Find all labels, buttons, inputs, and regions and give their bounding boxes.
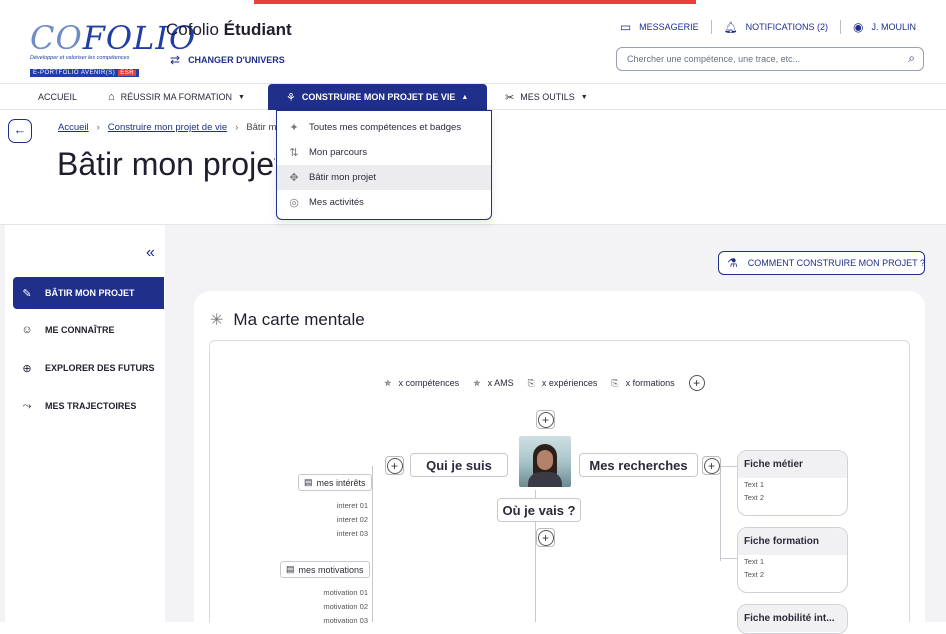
chevron-down-icon: ▼	[238, 93, 245, 101]
breadcrumb-home[interactable]: Accueil	[58, 122, 89, 133]
main-nav: ACCUEIL ⌂ RÉUSSIR MA FORMATION ▼ ⚘ CONST…	[0, 84, 946, 110]
activity-icon: ◎	[289, 197, 299, 209]
sparkle-icon: ✦	[289, 122, 299, 134]
header: COFOLIO Développer et valoriser les comp…	[0, 0, 946, 84]
sidebar-item-trajectoires[interactable]: ⤳ MES TRAJECTOIRES	[13, 390, 164, 422]
breadcrumb-section[interactable]: Construire mon projet de vie	[108, 122, 227, 133]
tag-interets[interactable]: ▤ mes intérêts	[298, 474, 372, 491]
add-legend-button[interactable]: +	[688, 375, 705, 391]
swap-arrows-icon: ⇄	[170, 53, 181, 67]
user-menu[interactable]: ◉ J. MOULIN	[841, 20, 916, 34]
nav-reussir[interactable]: ⌂ RÉUSSIR MA FORMATION ▼	[108, 84, 245, 110]
badge-icon: ✯	[473, 377, 481, 388]
flask-icon: ⚗	[727, 256, 738, 270]
construire-dropdown: ✦ Toutes mes compétences et badges ⇅ Mon p…	[276, 110, 492, 220]
leaf-motivation: motivation 03	[323, 616, 368, 625]
node-qui-je-suis[interactable]: Qui je suis	[410, 453, 508, 477]
route-icon: ⇅	[289, 147, 299, 159]
nav-construire[interactable]: ⚘ CONSTRUIRE MON PROJET DE VIE ▲	[268, 84, 487, 110]
sidebar-item-batir[interactable]: ✎ BÂTIR MON PROJET	[13, 277, 164, 309]
dropdown-item-activites[interactable]: ◎ Mes activités	[277, 190, 491, 215]
chevron-down-icon: ▼	[580, 93, 588, 101]
node-ou-je-vais[interactable]: Où je vais ?	[497, 498, 581, 522]
add-top-node-button[interactable]: +	[536, 410, 555, 429]
trajectory-icon: ⤳	[22, 399, 32, 412]
add-bottom-node-button[interactable]: +	[536, 528, 555, 547]
messagerie-link[interactable]: ▭ MESSAGERIE	[608, 20, 711, 34]
bell-icon: 🔔︎	[723, 21, 738, 34]
leaf-motivation: motivation 02	[323, 602, 368, 611]
dropdown-item-competences[interactable]: ✦ Toutes mes compétences et badges	[277, 115, 491, 140]
sidebar-item-explorer[interactable]: ⊕ EXPLORER DES FUTURS	[13, 352, 164, 384]
explore-icon: ⊕	[22, 362, 32, 375]
notifications-link[interactable]: 🔔︎ NOTIFICATIONS (2)	[712, 21, 840, 34]
leaf-interet: interet 01	[336, 501, 368, 510]
dropdown-item-batir[interactable]: ✥ Bâtir mon projet	[277, 165, 491, 190]
cofolio-logo[interactable]: COFOLIO Développer et valoriser les comp…	[30, 22, 195, 77]
add-right-node-button[interactable]: +	[702, 456, 721, 475]
node-mes-recherches[interactable]: Mes recherches	[579, 453, 698, 477]
search-icon[interactable]: ⌕	[908, 51, 915, 66]
avatar	[519, 436, 571, 487]
card-icon: ▤	[286, 564, 295, 574]
leaf-interet: interet 03	[336, 529, 368, 538]
switch-universe-link[interactable]: ⇄ CHANGER D'UNIVERS	[170, 53, 285, 67]
fiche-metier-card[interactable]: Fiche métier Text 1 Text 2	[737, 450, 848, 516]
add-left-node-button[interactable]: +	[385, 456, 404, 475]
connector-line	[720, 466, 721, 561]
connector-line	[720, 558, 737, 559]
sidebar-item-connaitre[interactable]: ☺ ME CONNAÎTRE	[13, 314, 164, 346]
user-circle-icon: ◉	[853, 20, 864, 34]
howto-button[interactable]: ⚗ COMMENT CONSTRUIRE MON PROJET ?	[718, 251, 925, 275]
nav-accueil[interactable]: ACCUEIL	[38, 84, 77, 110]
mindmap-icon: ✳	[210, 312, 224, 329]
leaf-motivation: motivation 01	[323, 588, 368, 597]
chat-icon: ▭	[619, 20, 632, 34]
clip-icon: ⎘	[611, 377, 619, 388]
tag-motivations[interactable]: ▤ mes motivations	[280, 561, 370, 578]
page-title: Bâtir mon projet	[57, 146, 275, 182]
connector-line	[372, 466, 373, 622]
app-title: Cofolio Étudiant	[166, 20, 292, 39]
tools-icon: ✂	[505, 91, 515, 104]
dropdown-item-parcours[interactable]: ⇅ Mon parcours	[277, 140, 491, 165]
fiche-title: Fiche mobilité int...	[738, 605, 847, 632]
fiche-title: Fiche métier	[738, 451, 847, 478]
mindmap-title: ✳ Ma carte mentale	[210, 310, 365, 329]
build-icon: ✥	[289, 172, 299, 184]
fiche-formation-card[interactable]: Fiche formation Text 1 Text 2	[737, 527, 848, 593]
back-button[interactable]: ←	[8, 119, 32, 143]
clip-icon: ⎘	[527, 377, 535, 388]
leaf-interet: interet 02	[336, 515, 368, 524]
graduation-cap-icon: ⌂	[108, 91, 115, 103]
head-icon: ☺	[21, 324, 33, 336]
pencil-icon: ✎	[22, 287, 32, 300]
badge-icon: ✯	[384, 377, 392, 388]
sprout-icon: ⚘	[286, 91, 296, 104]
card-icon: ▤	[304, 477, 313, 487]
chevron-up-icon: ▲	[461, 93, 469, 101]
fiche-mobilite-card[interactable]: Fiche mobilité int...	[737, 604, 848, 634]
connector-line	[720, 466, 737, 467]
mindmap-legend: ✯ x compétences ✯ x AMS ⎘ x expériences ⎘ x …	[384, 375, 705, 391]
nav-outils[interactable]: ✂ MES OUTILS ▼	[505, 84, 588, 110]
fiche-title: Fiche formation	[738, 528, 847, 555]
collapse-sidebar-icon[interactable]: «	[146, 244, 155, 262]
search-input[interactable]: Chercher une compétence, une trace, etc.…	[616, 47, 924, 71]
